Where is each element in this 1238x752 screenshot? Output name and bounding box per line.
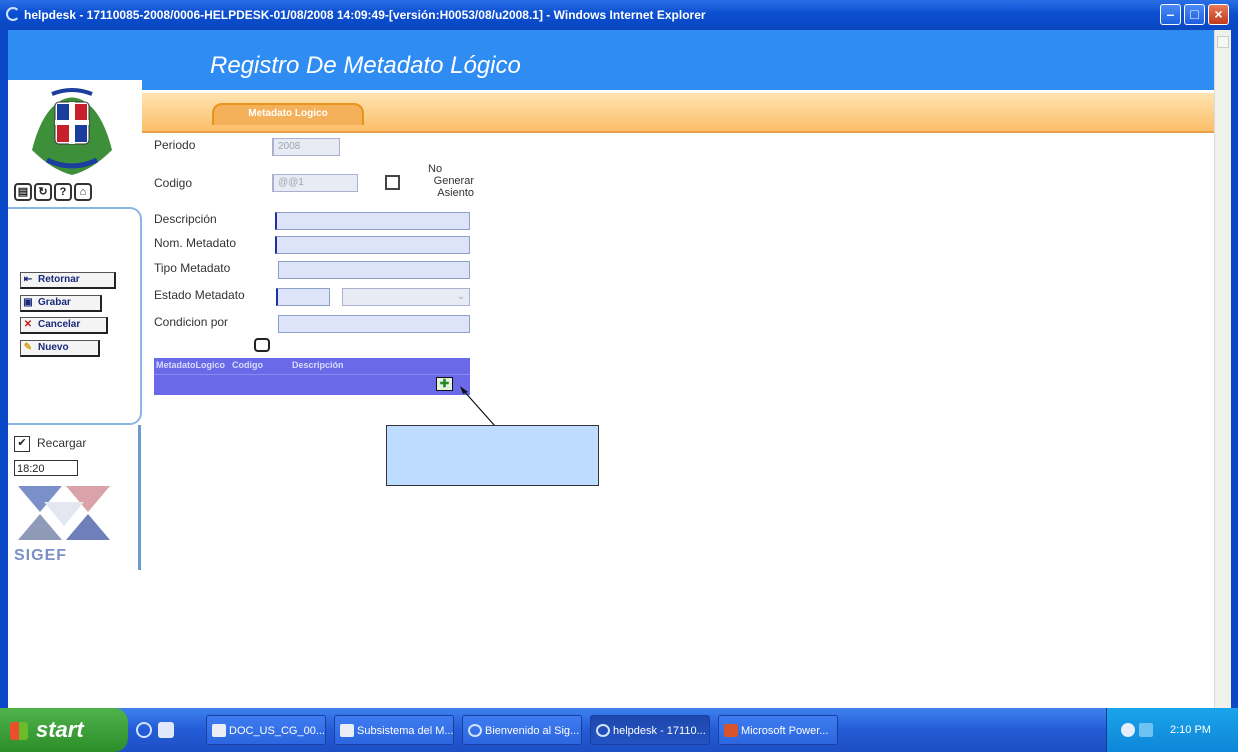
window-title: helpdesk - 17110085-2008/0006-HELPDESK-0… <box>24 8 706 22</box>
ie-icon <box>468 724 482 737</box>
taskbar-item[interactable]: Subsistema del M... <box>334 715 454 745</box>
start-label: start <box>36 717 84 742</box>
home-icon[interactable]: ⌂ <box>74 183 92 201</box>
tab-metadato-logico[interactable]: Metadato Logico <box>212 103 364 125</box>
sigef-logo-text: SIGEF <box>14 547 68 564</box>
taskbar-item[interactable]: DOC_US_CG_00... <box>206 715 326 745</box>
taskbar-clock: 2:10 PM <box>1170 724 1211 736</box>
no-generar-asiento-checkbox[interactable] <box>385 175 400 190</box>
nuevo-label: Nuevo <box>38 342 69 353</box>
volume-icon[interactable] <box>1139 723 1153 737</box>
cancel-icon: ✕ <box>23 319 33 330</box>
codigo-label: Codigo <box>154 176 193 190</box>
estado-metadato-label: Estado Metadato <box>154 288 245 302</box>
window-frame-right <box>1230 30 1238 708</box>
retornar-label: Retornar <box>38 274 80 285</box>
app-header <box>8 30 1214 90</box>
chevron-down-icon: ⌄ <box>456 291 465 302</box>
tipo-metadato-label: Tipo Metadato <box>154 261 231 275</box>
sigef-logo-icon <box>14 482 114 544</box>
nom-metadato-input[interactable] <box>275 236 470 254</box>
grid-col-metadatologico[interactable]: MetadatoLogico <box>156 360 225 370</box>
taskbar-item-label: Subsistema del M... <box>357 725 454 737</box>
grid-col-descripcion[interactable]: Descripción <box>292 360 344 370</box>
close-button[interactable]: × <box>1208 4 1229 25</box>
action-panel: ⇤ Retornar ▣ Grabar ✕ Cancelar ✎ Nuevo <box>8 207 142 425</box>
recargar-checkbox[interactable]: ✔ <box>14 436 30 452</box>
taskbar-item-label: Bienvenido al Sig... <box>485 725 580 737</box>
word-document-icon <box>340 724 354 737</box>
word-document-icon <box>212 724 226 737</box>
estado-metadato-code-input[interactable] <box>276 288 330 306</box>
refresh-time-field[interactable]: 18:20 <box>14 460 78 476</box>
recargar-label: Recargar <box>37 436 87 450</box>
start-button[interactable]: start <box>0 708 128 752</box>
grid-col-codigo[interactable]: Codigo <box>232 360 263 370</box>
document-icon[interactable]: ▤ <box>14 183 32 201</box>
add-row-button[interactable]: ✚ <box>436 377 453 391</box>
scroll-up-icon[interactable] <box>1217 36 1229 48</box>
page-title: Registro De Metadato Lógico <box>210 52 521 79</box>
taskbar-item-active[interactable]: helpdesk - 17110... <box>590 715 710 745</box>
callout-arrow <box>460 386 496 427</box>
no-generar-asiento-label: No Generar Asiento <box>428 163 474 199</box>
estado-metadato-select[interactable]: ⌄ <box>342 288 470 306</box>
pencil-icon: ✎ <box>23 342 33 353</box>
return-icon: ⇤ <box>23 274 33 285</box>
descripcion-input[interactable] <box>275 212 470 230</box>
quick-launch <box>136 716 174 741</box>
taskbar-item-label: DOC_US_CG_00... <box>229 725 325 737</box>
descripcion-label: Descripción <box>154 212 217 226</box>
cancelar-button[interactable]: ✕ Cancelar <box>20 317 108 334</box>
periodo-input[interactable]: 2008 <box>272 138 340 156</box>
cancelar-label: Cancelar <box>38 319 81 330</box>
taskbar-item-label: helpdesk - 17110... <box>613 725 706 737</box>
ie-icon <box>596 724 610 737</box>
print-icon[interactable] <box>254 338 270 352</box>
vertical-scrollbar[interactable] <box>1214 30 1231 708</box>
retornar-button[interactable]: ⇤ Retornar <box>20 272 116 289</box>
maximize-button[interactable]: □ <box>1184 4 1205 25</box>
taskbar-item[interactable]: Microsoft Power... <box>718 715 838 745</box>
coat-of-arms-icon <box>32 88 112 175</box>
nom-metadato-label: Nom. Metadato <box>154 236 237 250</box>
window-frame-left <box>0 30 8 708</box>
refresh-icon[interactable]: ↻ <box>34 183 52 201</box>
annotation-callout <box>386 425 599 486</box>
condicion-por-label: Condicion por <box>154 315 229 329</box>
ie-quicklaunch-icon[interactable] <box>136 722 152 738</box>
powerpoint-icon <box>724 724 738 737</box>
periodo-label: Periodo <box>154 138 196 152</box>
taskbar-item[interactable]: Bienvenido al Sig... <box>462 715 582 745</box>
nuevo-button[interactable]: ✎ Nuevo <box>20 340 100 357</box>
condicion-por-input[interactable] <box>278 315 470 333</box>
network-icon[interactable] <box>1121 723 1135 737</box>
help-icon[interactable]: ? <box>54 183 72 201</box>
internet-explorer-icon <box>6 7 20 21</box>
grabar-button[interactable]: ▣ Grabar <box>20 295 102 312</box>
save-icon: ▣ <box>23 297 33 308</box>
window-titlebar: helpdesk - 17110085-2008/0006-HELPDESK-0… <box>0 0 1238 30</box>
codigo-input[interactable]: @@1 <box>272 174 358 192</box>
grabar-label: Grabar <box>38 297 71 308</box>
grid-body <box>154 374 470 395</box>
minimize-button[interactable]: – <box>1160 4 1181 25</box>
desktop-quicklaunch-icon[interactable] <box>158 722 174 738</box>
tipo-metadato-input[interactable] <box>278 261 470 279</box>
sigef-logo: SIGEF <box>14 482 114 564</box>
windows-flag-icon <box>10 722 28 740</box>
taskbar-item-label: Microsoft Power... <box>741 725 829 737</box>
